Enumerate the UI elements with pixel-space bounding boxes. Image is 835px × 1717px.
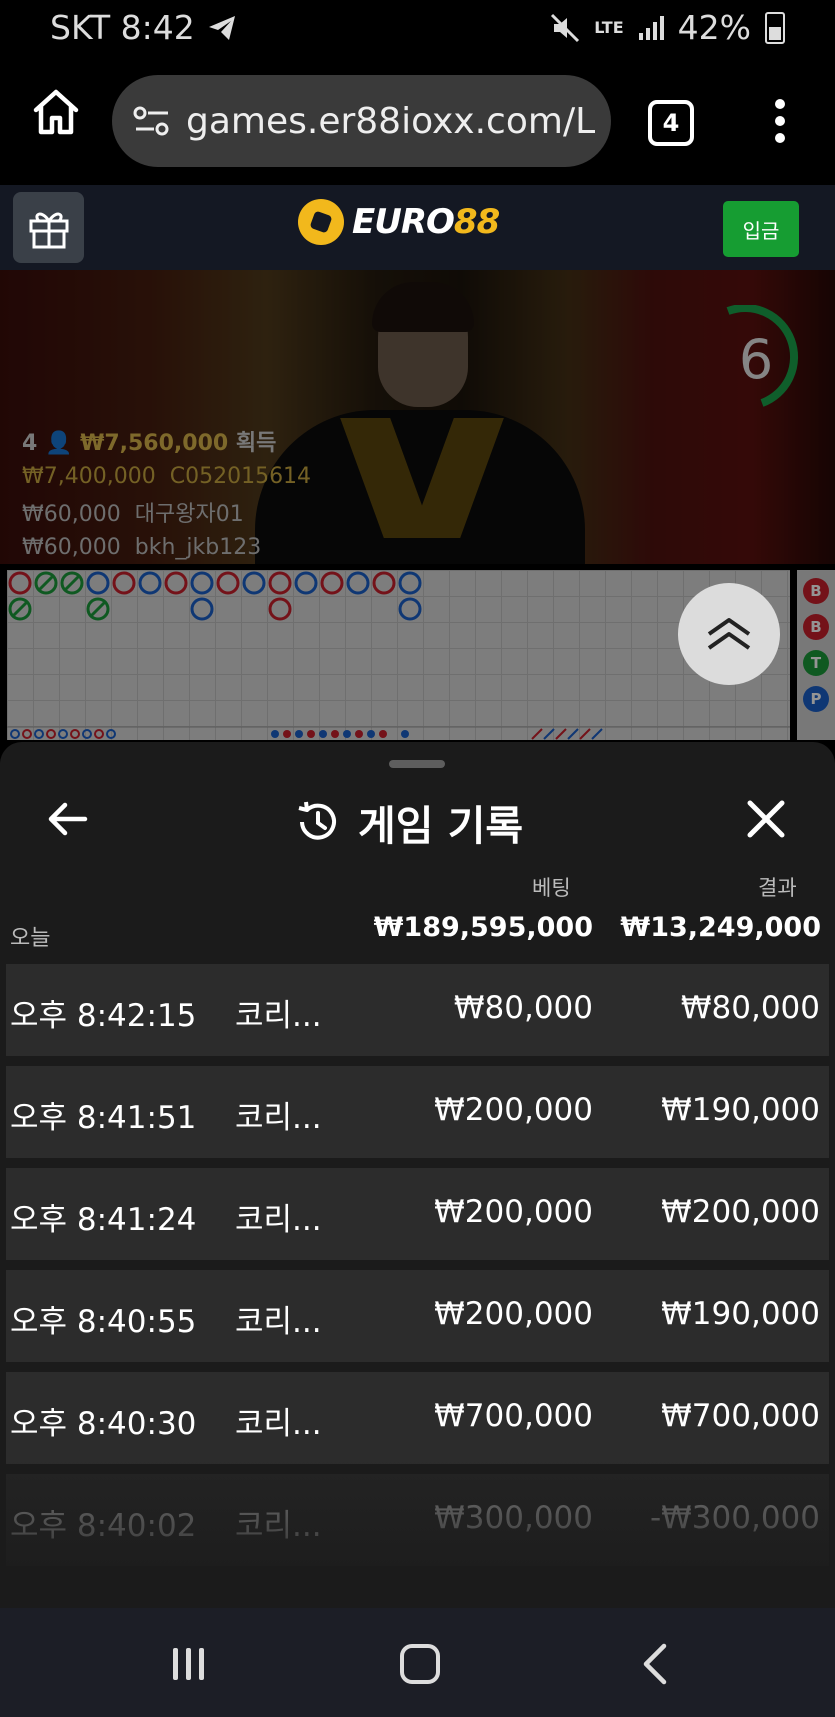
carrier-time: SKT 8:42 [50,8,195,47]
row-bet: ₩700,000 [434,1398,593,1434]
history-icon [298,801,336,840]
row-game: 코리... [235,1406,322,1442]
gift-button[interactable] [13,192,84,263]
site-header: EURO88 입금 [0,185,835,270]
back-arrow-icon[interactable] [45,797,90,842]
row-result: ₩190,000 [661,1092,820,1128]
row-game: 코리... [235,1100,322,1136]
drag-handle[interactable] [389,760,445,768]
row-time: 오후 8:42:15 [10,998,197,1034]
network-type: LTE [594,18,624,37]
battery-icon [765,11,785,44]
home-icon[interactable] [30,86,82,138]
mute-icon [551,13,580,42]
site-logo[interactable]: EURO88 [298,199,500,245]
row-bet: ₩80,000 [453,990,593,1026]
sheet-title: 게임 기록 [358,802,524,850]
logo-text-88: 88 [453,202,500,242]
battery-percent: 42% [677,8,751,47]
recent-apps-icon[interactable] [170,1646,208,1682]
system-back-icon[interactable] [640,1642,670,1686]
row-bet: ₩200,000 [434,1296,593,1332]
column-header-bet: 베팅 [532,876,571,900]
row-result: ₩200,000 [661,1194,820,1230]
history-list: 오후 8:42:15 코리... ₩80,000 ₩80,000 오후 8:41… [6,964,829,1576]
today-label: 오늘 [10,926,51,951]
row-bet: ₩200,000 [434,1092,593,1128]
row-game: 코리... [235,1304,322,1340]
row-result: ₩80,000 [680,990,820,1026]
address-bar[interactable]: games.er88ioxx.com/L [112,75,611,167]
history-row[interactable]: 오후 8:42:15 코리... ₩80,000 ₩80,000 [6,964,829,1056]
more-menu-icon[interactable] [770,96,790,146]
row-time: 오후 8:41:24 [10,1202,197,1238]
telegram-icon [208,15,235,40]
system-home-icon[interactable] [400,1644,440,1684]
game-history-sheet: 게임 기록 베팅 결과 오늘 ₩189,595,000 ₩13,249,000 … [0,742,835,1608]
tab-switcher-button[interactable]: 4 [648,100,694,146]
close-icon[interactable] [744,797,788,841]
logo-text-euro: EURO [352,202,455,242]
row-result: -₩300,000 [649,1500,820,1536]
row-bet: ₩200,000 [434,1194,593,1230]
row-result: ₩190,000 [661,1296,820,1332]
browser-toolbar: games.er88ioxx.com/L 4 [0,60,835,185]
history-row[interactable]: 오후 8:41:51 코리... ₩200,000 ₩190,000 [6,1066,829,1158]
total-bet: ₩189,595,000 [373,912,593,943]
history-row[interactable]: 오후 8:40:02 코리... ₩300,000 -₩300,000 [6,1474,829,1566]
scroll-up-button[interactable] [678,583,780,685]
row-time: 오후 8:41:51 [10,1100,197,1136]
double-chevron-up-icon [707,618,751,650]
row-game: 코리... [235,998,322,1034]
deposit-button[interactable]: 입금 [723,201,799,257]
site-settings-icon[interactable] [132,103,172,139]
row-bet: ₩300,000 [434,1500,593,1536]
row-time: 오후 8:40:55 [10,1304,197,1340]
history-row[interactable]: 오후 8:40:55 코리... ₩200,000 ₩190,000 [6,1270,829,1362]
row-game: 코리... [235,1202,322,1238]
status-bar: SKT 8:42 LTE 42% [0,0,835,60]
row-game: 코리... [235,1508,322,1544]
system-nav-bar [0,1608,835,1717]
row-time: 오후 8:40:30 [10,1406,197,1442]
history-row[interactable]: 오후 8:40:30 코리... ₩700,000 ₩700,000 [6,1372,829,1464]
soccer-ball-icon [298,199,344,245]
column-header-result: 결과 [758,876,797,900]
row-result: ₩700,000 [661,1398,820,1434]
signal-icon [638,15,664,40]
total-result: ₩13,249,000 [620,912,821,943]
gift-icon [29,212,68,248]
history-row[interactable]: 오후 8:41:24 코리... ₩200,000 ₩200,000 [6,1168,829,1260]
row-time: 오후 8:40:02 [10,1508,197,1544]
url-text[interactable]: games.er88ioxx.com/L [186,101,596,142]
